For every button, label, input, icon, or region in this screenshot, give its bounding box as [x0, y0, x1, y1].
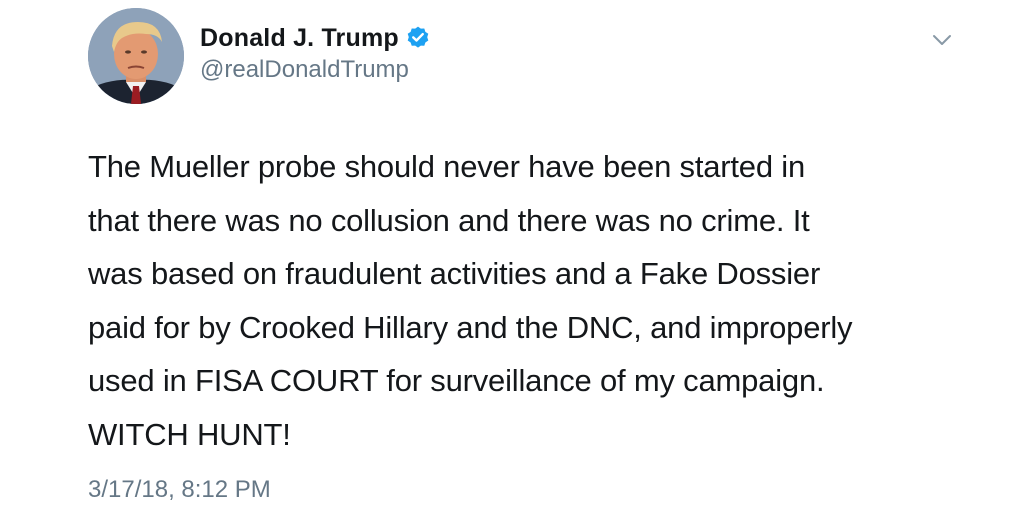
tweet-author: Donald J. Trump @realDonaldTrump [200, 22, 431, 84]
user-handle[interactable]: @realDonaldTrump [200, 56, 431, 84]
name-row: Donald J. Trump [200, 22, 431, 54]
avatar[interactable] [88, 8, 184, 104]
tweet-card: Donald J. Trump @realDonaldTrump The Mue… [0, 0, 1024, 512]
tweet-timestamp[interactable]: 3/17/18, 8:12 PM [88, 476, 271, 504]
chevron-down-icon[interactable] [930, 30, 954, 50]
tweet-text: The Mueller probe should never have been… [88, 149, 853, 452]
verified-badge-icon [405, 25, 431, 51]
avatar-image [88, 8, 184, 104]
display-name[interactable]: Donald J. Trump [200, 24, 399, 53]
